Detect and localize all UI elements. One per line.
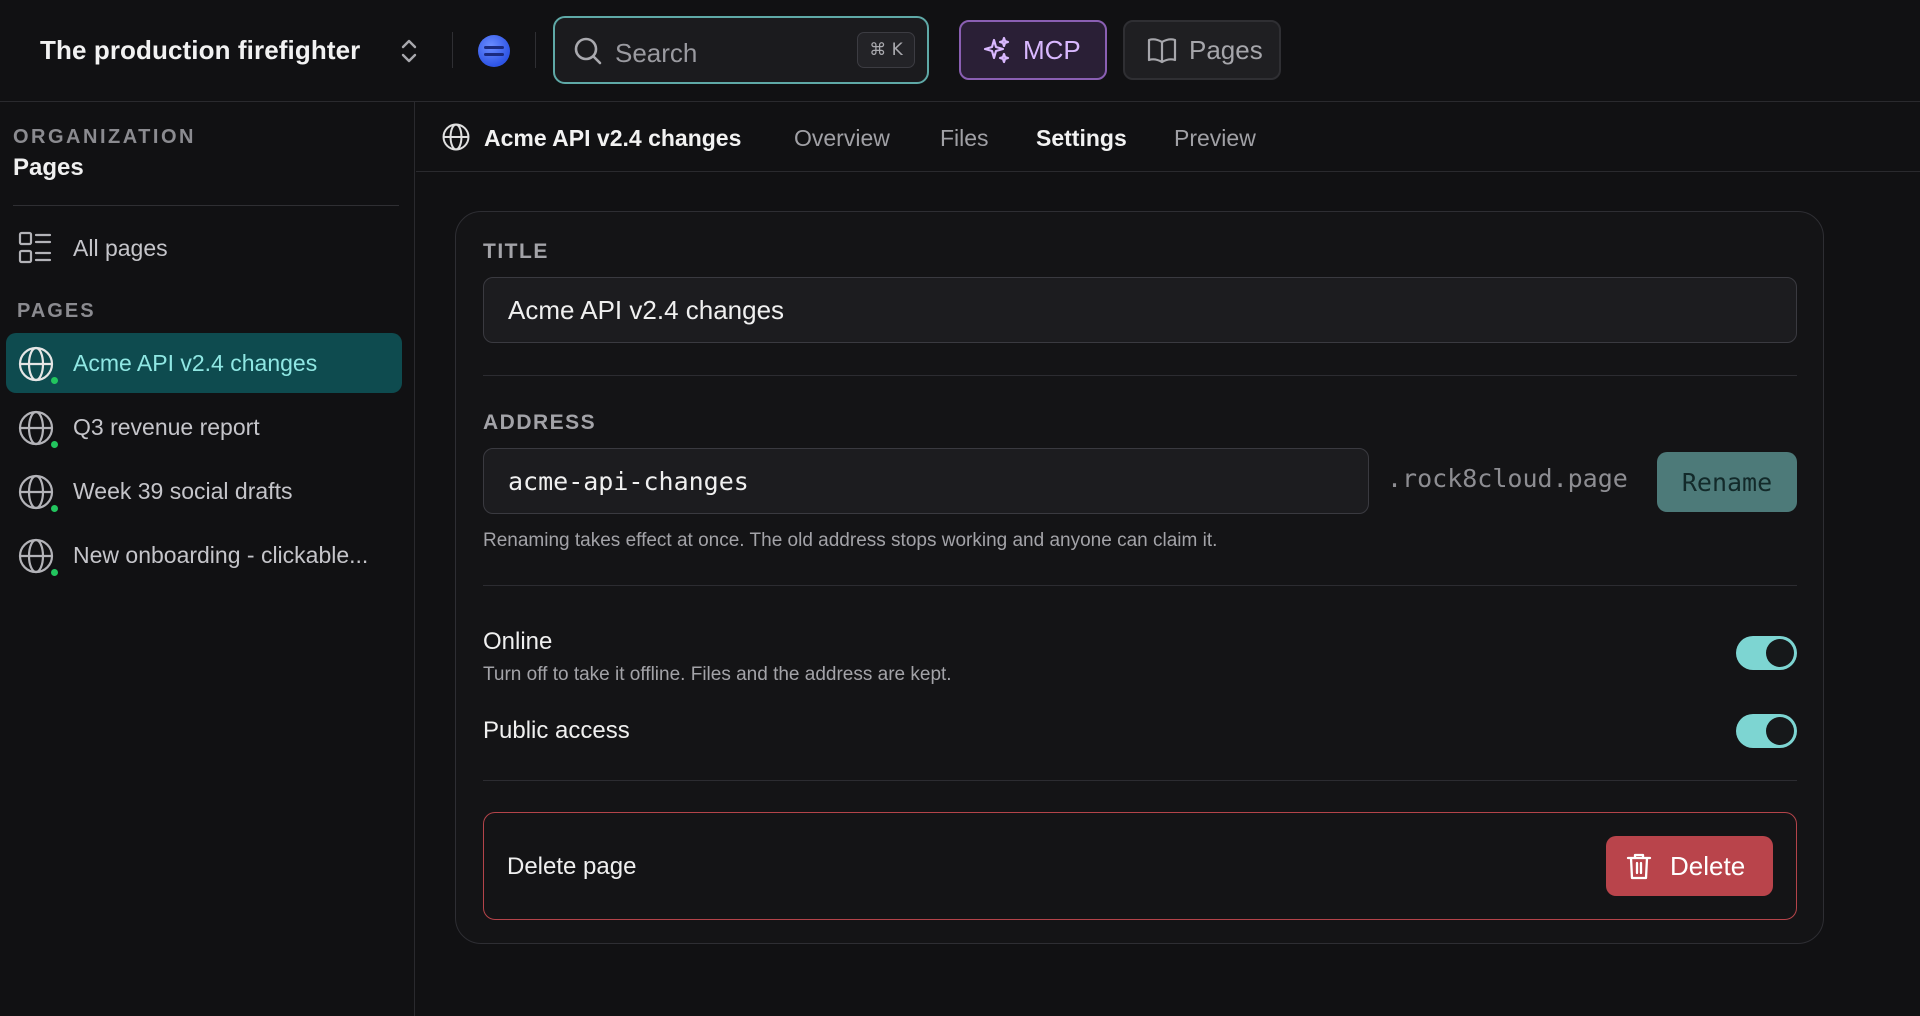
user-avatar[interactable] [478, 35, 510, 67]
online-status-dot [49, 375, 60, 386]
mcp-button[interactable]: MCP [959, 20, 1107, 80]
pages-section-label: PAGES [17, 300, 96, 322]
top-bar: The production firefighter Search ⌘ K MC… [0, 0, 1920, 102]
globe-icon [18, 538, 54, 574]
divider [13, 205, 399, 206]
pages-button[interactable]: Pages [1123, 20, 1281, 80]
delete-button-label: Delete [1670, 850, 1746, 881]
divider [535, 32, 536, 68]
globe-icon [18, 346, 54, 382]
book-open-icon [1147, 36, 1177, 64]
search-icon [573, 36, 603, 66]
sidebar-item-page[interactable]: New onboarding - clickable... [6, 525, 402, 585]
sidebar-item-label: Week 39 social drafts [73, 478, 293, 504]
trash-icon [1626, 852, 1652, 880]
sidebar-item-label: Q3 revenue report [73, 414, 260, 440]
pages-button-label: Pages [1189, 34, 1263, 65]
sidebar-item-page[interactable]: Q3 revenue report [6, 397, 402, 457]
title-input[interactable]: Acme API v2.4 changes [483, 277, 1797, 343]
sidebar-item-label: All pages [73, 235, 168, 261]
list-grid-icon [18, 231, 52, 265]
globe-icon [442, 123, 470, 151]
globe-icon [18, 410, 54, 446]
organization-label: ORGANIZATION [13, 126, 196, 148]
divider [452, 32, 453, 68]
tab-files[interactable]: Files [940, 125, 989, 152]
address-help-text: Renaming takes effect at once. The old a… [483, 530, 1218, 551]
workspace-name: The production firefighter [40, 34, 361, 65]
title-field-label: TITLE [483, 240, 549, 263]
tab-preview[interactable]: Preview [1174, 125, 1256, 152]
workspace-switcher[interactable]: The production firefighter [40, 30, 360, 70]
sparkles-icon [983, 36, 1011, 64]
danger-zone: Delete page Delete [483, 812, 1797, 920]
address-input[interactable]: acme-api-changes [483, 448, 1369, 514]
search-box[interactable]: Search ⌘ K [553, 16, 929, 84]
sidebar-item-label: New onboarding - clickable... [73, 542, 369, 568]
sidebar-item-page[interactable]: Acme API v2.4 changes [6, 333, 402, 393]
search-placeholder: Search [615, 38, 698, 68]
public-access-toggle[interactable] [1736, 714, 1797, 748]
sidebar: ORGANIZATION Pages All pages PAGES Acme … [0, 102, 415, 1016]
chevron-up-down-icon[interactable] [398, 36, 420, 66]
page-title: Acme API v2.4 changes [484, 125, 742, 151]
online-status-dot [49, 567, 60, 578]
address-field-label: ADDRESS [483, 411, 597, 434]
rename-button[interactable]: Rename [1657, 452, 1797, 512]
settings-card: TITLE Acme API v2.4 changes ADDRESS acme… [455, 211, 1824, 944]
online-label: Online [483, 628, 553, 655]
toggle-knob [1766, 717, 1794, 745]
tab-settings[interactable]: Settings [1036, 125, 1127, 152]
toggle-knob [1766, 639, 1794, 667]
sidebar-item-label: Acme API v2.4 changes [73, 350, 318, 376]
sidebar-item-page[interactable]: Week 39 social drafts [6, 461, 402, 521]
online-status-dot [49, 503, 60, 514]
globe-icon [18, 474, 54, 510]
address-domain-suffix: .rock8cloud.page [1387, 464, 1628, 493]
divider [483, 375, 1797, 376]
delete-page-label: Delete page [507, 853, 637, 880]
organization-name: Pages [13, 154, 84, 181]
sidebar-item-all-pages[interactable]: All pages [6, 218, 402, 278]
public-access-label: Public access [483, 717, 630, 744]
divider [483, 585, 1797, 586]
delete-button[interactable]: Delete [1606, 836, 1773, 896]
page-header: Acme API v2.4 changes Overview Files Set… [416, 102, 1920, 172]
online-status-dot [49, 439, 60, 450]
online-toggle[interactable] [1736, 636, 1797, 670]
tab-overview[interactable]: Overview [794, 125, 890, 152]
search-shortcut-badge: ⌘ K [857, 32, 915, 68]
online-help-text: Turn off to take it offline. Files and t… [483, 664, 952, 685]
divider [483, 780, 1797, 781]
mcp-button-label: MCP [1023, 34, 1081, 65]
